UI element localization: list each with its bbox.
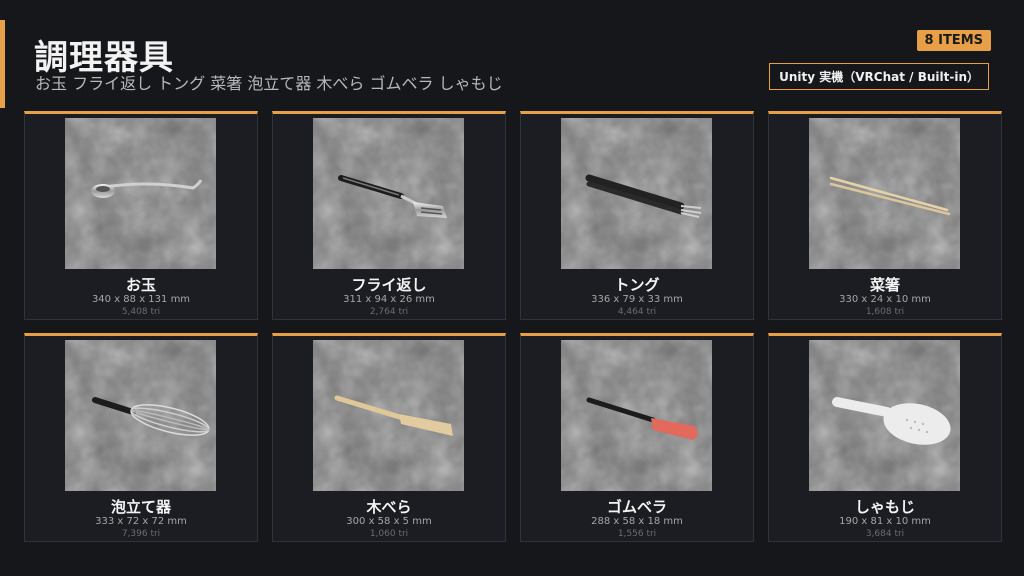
item-name: お玉: [125, 276, 156, 294]
item-triangle-count: 1,608 tri: [865, 307, 905, 317]
rice-paddle-icon: [809, 340, 960, 491]
item-card[interactable]: トング 336 x 79 x 33 mm 4,464 tri: [520, 111, 754, 320]
page-subtitle: お玉 フライ返し トング 菜箸 泡立て器 木べら ゴムベラ しゃもじ: [35, 74, 503, 93]
item-card[interactable]: 泡立て器 333 x 72 x 72 mm 7,396 tri: [24, 333, 258, 542]
rubber-spatula-icon: [561, 340, 712, 491]
item-dimensions: 333 x 72 x 72 mm: [95, 516, 187, 527]
platform-badge: Unity 実機（VRChat / Built-in）: [769, 63, 989, 90]
item-dimensions: 336 x 79 x 33 mm: [591, 294, 683, 305]
wooden-spatula-icon: [313, 340, 464, 491]
item-card[interactable]: 木べら 300 x 58 x 5 mm 1,060 tri: [272, 333, 506, 542]
item-name: 菜箸: [869, 276, 900, 294]
item-triangle-count: 2,764 tri: [369, 307, 409, 317]
item-triangle-count: 4,464 tri: [617, 307, 657, 317]
item-name: しゃもじ: [854, 498, 915, 516]
item-name: 泡立て器: [110, 498, 171, 516]
item-count-badge: 8 ITEMS: [916, 30, 991, 51]
item-triangle-count: 7,396 tri: [121, 529, 161, 539]
item-triangle-count: 3,684 tri: [865, 529, 905, 539]
whisk-icon: [65, 340, 216, 491]
spatula-icon: [313, 118, 464, 269]
chopsticks-icon: [809, 118, 960, 269]
item-card[interactable]: しゃもじ 190 x 81 x 10 mm 3,684 tri: [768, 333, 1002, 542]
tongs-icon: [561, 118, 712, 269]
item-name: ゴムベラ: [606, 498, 667, 516]
item-dimensions: 190 x 81 x 10 mm: [839, 516, 931, 527]
item-triangle-count: 1,556 tri: [617, 529, 657, 539]
item-card[interactable]: 菜箸 330 x 24 x 10 mm 1,608 tri: [768, 111, 1002, 320]
item-name: 木べら: [366, 498, 412, 516]
item-card[interactable]: お玉 340 x 88 x 131 mm 5,408 tri: [24, 111, 258, 320]
item-name: トング: [614, 276, 660, 294]
item-grid: お玉 340 x 88 x 131 mm 5,408 tri フライ返し 311…: [24, 111, 1002, 542]
item-dimensions: 330 x 24 x 10 mm: [839, 294, 931, 305]
item-dimensions: 300 x 58 x 5 mm: [346, 516, 432, 527]
item-card[interactable]: フライ返し 311 x 94 x 26 mm 2,764 tri: [272, 111, 506, 320]
item-dimensions: 340 x 88 x 131 mm: [91, 294, 191, 305]
ladle-icon: [65, 118, 216, 269]
item-name: フライ返し: [351, 276, 427, 294]
item-triangle-count: 5,408 tri: [121, 307, 161, 317]
item-card[interactable]: ゴムベラ 288 x 58 x 18 mm 1,556 tri: [520, 333, 754, 542]
item-dimensions: 311 x 94 x 26 mm: [343, 294, 435, 305]
item-triangle-count: 1,060 tri: [369, 529, 409, 539]
item-dimensions: 288 x 58 x 18 mm: [591, 516, 683, 527]
header-accent-bar: [0, 20, 5, 108]
